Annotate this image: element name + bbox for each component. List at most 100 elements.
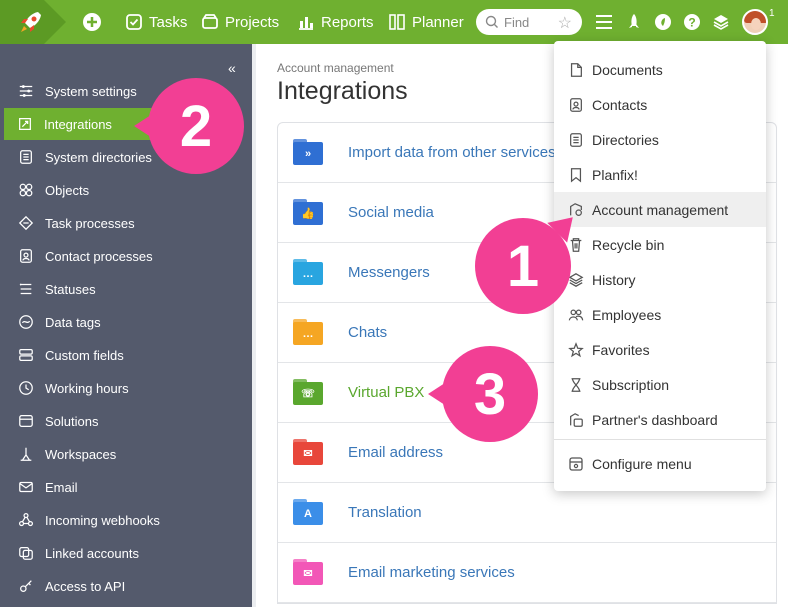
integration-label[interactable]: Social media — [348, 204, 434, 221]
objects-icon — [17, 181, 35, 199]
callout-1-number: 1 — [506, 233, 540, 299]
menu-item-partner-s-dashboard[interactable]: Partner's dashboard — [554, 402, 766, 437]
svg-text:?: ? — [688, 16, 695, 30]
sliders-icon — [17, 82, 35, 100]
integration-item-email-marketing-services[interactable]: ✉ Email marketing services — [278, 543, 776, 603]
menu-item-label: Partner's dashboard — [592, 411, 718, 428]
documents-icon — [568, 62, 584, 78]
planner-nav[interactable]: Planner — [388, 0, 464, 44]
add-button[interactable] — [82, 0, 102, 44]
sidebar-item-objects[interactable]: Objects — [5, 174, 252, 206]
integration-label[interactable]: Messengers — [348, 264, 430, 281]
menu-item-label: Employees — [592, 306, 662, 323]
projects-nav[interactable]: Projects — [201, 0, 279, 44]
sidebar-item-label: Incoming webhooks — [45, 512, 160, 528]
menu-item-subscription[interactable]: Subscription — [554, 367, 766, 402]
sidebar-item-workspaces[interactable]: Workspaces — [5, 438, 252, 470]
menu-button[interactable] — [592, 10, 616, 34]
sidebar-item-email[interactable]: Email — [5, 471, 252, 503]
directories-icon — [568, 132, 584, 148]
projects-label: Projects — [225, 13, 280, 31]
menu-item-employees[interactable]: Employees — [554, 297, 766, 332]
menu-item-contacts[interactable]: Contacts — [554, 87, 766, 122]
sidebar-item-contact-processes[interactable]: Contact processes — [5, 240, 252, 272]
menu-item-recycle-bin[interactable]: Recycle bin — [554, 227, 766, 262]
rocket-button[interactable] — [622, 10, 646, 34]
callout-3: 3 — [428, 346, 538, 442]
custom-fields-icon — [17, 346, 35, 364]
sidebar-item-incoming-webhooks[interactable]: Incoming webhooks — [5, 504, 252, 536]
projects-icon — [201, 13, 219, 31]
menu-item-documents[interactable]: Documents — [554, 52, 766, 87]
menu-item-label: Account management — [592, 201, 729, 218]
sidebar-item-statuses[interactable]: Statuses — [5, 273, 252, 305]
menu-item-label: Directories — [592, 131, 659, 148]
partner-dashboard-icon — [568, 412, 584, 428]
main-menu-dropdown: Documents Contacts Directories Planfix! Acco… — [554, 41, 766, 491]
plus-icon — [83, 13, 101, 31]
integration-label[interactable]: Import data from other services — [348, 144, 556, 161]
sidebar-item-label: Email — [45, 479, 78, 495]
menu-item-account-management[interactable]: Account management — [554, 192, 766, 227]
sidebar-item-label: Statuses — [45, 281, 96, 297]
integration-item-translation[interactable]: A Translation — [278, 483, 776, 543]
callout-1: 1 — [475, 207, 583, 314]
menu-icon — [596, 15, 612, 29]
sidebar-item-access-to-api[interactable]: Access to API — [5, 570, 252, 602]
integration-folder-icon: ✉ — [293, 559, 323, 585]
planner-icon — [388, 13, 406, 31]
leaf-icon — [655, 14, 671, 30]
sidebar-item-solutions[interactable]: Solutions — [5, 405, 252, 437]
menu-item-history[interactable]: History — [554, 262, 766, 297]
menu-item-label: Documents — [592, 61, 663, 78]
integration-label[interactable]: Email marketing services — [348, 564, 515, 581]
reports-icon — [297, 13, 315, 31]
sidebar-item-label: System directories — [45, 149, 152, 165]
sidebar-item-label: Access to API — [45, 578, 126, 594]
logo[interactable] — [0, 0, 66, 44]
help-button[interactable]: ? — [680, 10, 704, 34]
integration-label[interactable]: Virtual PBX — [348, 384, 424, 401]
integration-folder-icon: » — [293, 139, 323, 165]
tasks-nav[interactable]: Tasks — [125, 0, 187, 44]
integration-label[interactable]: Translation — [348, 504, 422, 521]
avatar[interactable] — [742, 9, 768, 35]
collapse-sidebar-button[interactable]: « — [228, 60, 236, 76]
leaf-button[interactable] — [651, 10, 675, 34]
sidebar-item-data-tags[interactable]: Data tags — [5, 306, 252, 338]
avatar-face — [751, 18, 761, 30]
search-input[interactable]: Find ☆ — [476, 9, 582, 35]
menu-item-configure[interactable]: Configure menu — [554, 446, 766, 481]
contact-process-icon — [17, 247, 35, 265]
integration-folder-icon: A — [293, 499, 323, 525]
favorite-star-icon[interactable]: ☆ — [558, 13, 572, 33]
sidebar-item-label: Workspaces — [45, 446, 117, 462]
sidebar-item-custom-fields[interactable]: Custom fields — [5, 339, 252, 371]
callout-2-pointer — [134, 113, 154, 139]
layers-button[interactable] — [709, 10, 733, 34]
layers-icon — [713, 15, 729, 30]
sidebar-item-task-processes[interactable]: Task processes — [5, 207, 252, 239]
integration-label[interactable]: Email address — [348, 444, 443, 461]
sidebar-item-label: Task processes — [45, 215, 135, 231]
integration-label[interactable]: Chats — [348, 324, 387, 341]
solutions-icon — [17, 412, 35, 430]
breadcrumb[interactable]: Account management — [277, 61, 394, 75]
sidebar-item-label: Objects — [45, 182, 90, 198]
configure-icon — [568, 456, 584, 472]
integration-folder-icon: … — [293, 259, 323, 285]
integrations-icon — [16, 115, 34, 133]
sidebar-item-integrations[interactable]: Integrations — [4, 108, 154, 140]
integration-folder-icon: … — [293, 319, 323, 345]
integration-folder-icon: ☏ — [293, 379, 323, 405]
search-placeholder: Find — [504, 14, 530, 30]
menu-item-planfix-[interactable]: Planfix! — [554, 157, 766, 192]
rocket-logo-icon — [21, 12, 41, 32]
menu-item-directories[interactable]: Directories — [554, 122, 766, 157]
reports-nav[interactable]: Reports — [297, 0, 374, 44]
sidebar-item-working-hours[interactable]: Working hours — [5, 372, 252, 404]
data-tags-icon — [17, 313, 35, 331]
sidebar-item-linked-accounts[interactable]: Linked accounts — [5, 537, 252, 569]
callout-3-number: 3 — [473, 361, 507, 427]
menu-item-favorites[interactable]: Favorites — [554, 332, 766, 367]
